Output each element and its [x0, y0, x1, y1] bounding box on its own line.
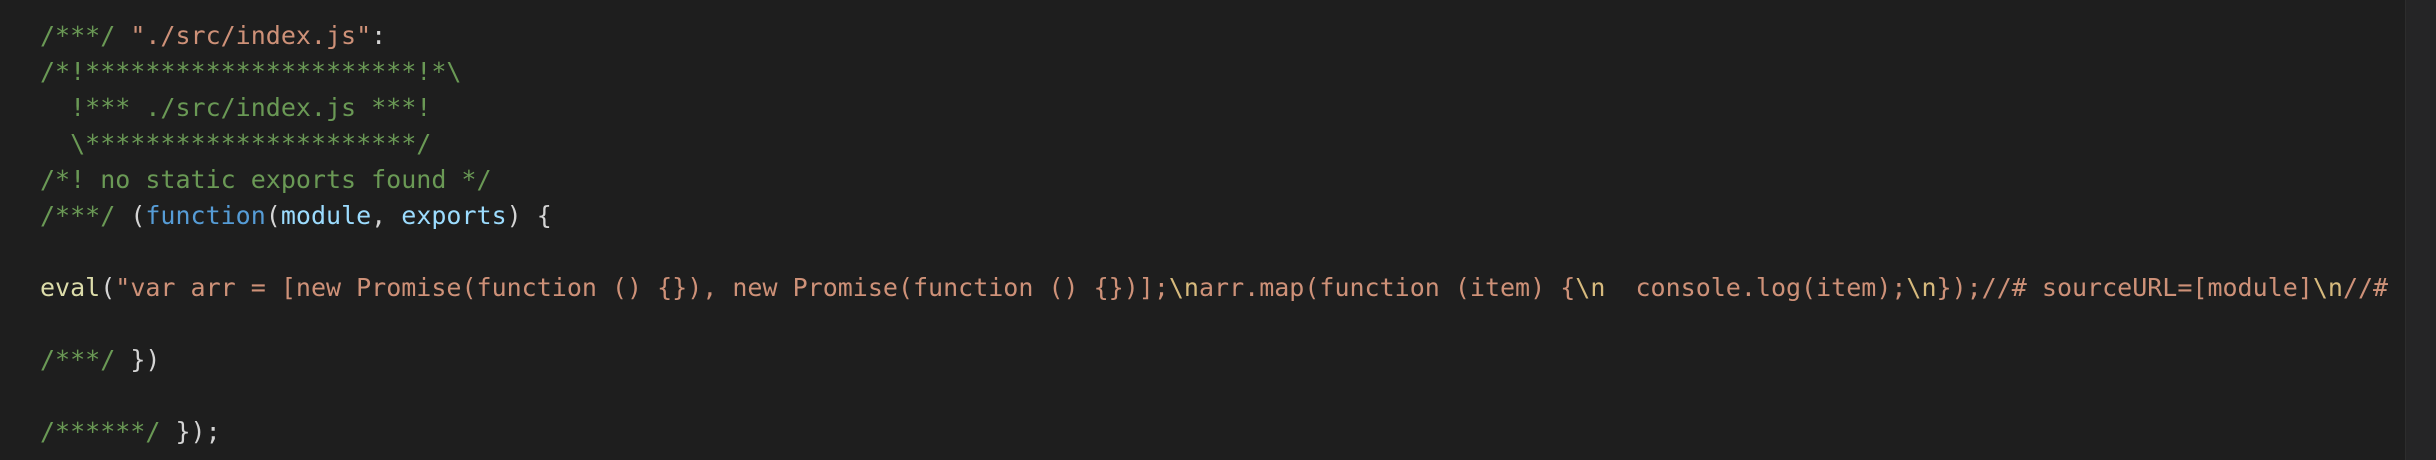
- code-content[interactable]: /***/ "./src/index.js": /*!**************…: [40, 0, 2436, 450]
- code-token-escape: \n: [2312, 273, 2343, 302]
- code-token-string: });//# sourceURL=[module]: [1936, 273, 2313, 302]
- code-token-comment: !*** ./src/index.js ***!: [40, 93, 432, 122]
- code-token-escape: \n: [1906, 273, 1937, 302]
- code-token-default: :: [371, 21, 387, 50]
- code-line[interactable]: /*!**********************!*\: [40, 54, 2436, 90]
- code-token-comment: /*! no static exports found */: [40, 165, 492, 194]
- code-token-default: }): [130, 345, 161, 374]
- code-token-comment: \**********************/: [40, 129, 432, 158]
- code-line[interactable]: /******/ });: [40, 414, 2436, 450]
- code-token-comment: /***/: [40, 21, 131, 50]
- code-line[interactable]: [40, 306, 2436, 342]
- code-line[interactable]: eval("var arr = [new Promise(function ()…: [40, 270, 2436, 306]
- code-token-comment: /*!**********************!*\: [40, 57, 462, 86]
- code-token-param: exports: [401, 201, 507, 230]
- code-token-escape: \n: [1575, 273, 1606, 302]
- code-token-function: eval: [40, 273, 101, 302]
- code-token-param: module: [280, 201, 372, 230]
- code-token-comment: /******/: [40, 417, 176, 446]
- code-line[interactable]: \**********************/: [40, 126, 2436, 162]
- code-editor[interactable]: /***/ "./src/index.js": /*!**************…: [0, 0, 2436, 460]
- code-token-comment: /***/: [40, 345, 131, 374]
- code-line[interactable]: [40, 378, 2436, 414]
- code-line[interactable]: !*** ./src/index.js ***!: [40, 90, 2436, 126]
- code-token-default: ,: [371, 201, 402, 230]
- code-token-comment: /***/: [40, 201, 131, 230]
- code-token-default: (: [100, 273, 116, 302]
- code-line[interactable]: /***/ }): [40, 342, 2436, 378]
- code-token-escape: \n: [1168, 273, 1199, 302]
- code-token-string: console.log(item);: [1605, 273, 1907, 302]
- code-token-default: });: [175, 417, 221, 446]
- vertical-scrollbar[interactable]: [2405, 0, 2436, 460]
- code-token-default: (: [265, 201, 281, 230]
- code-line[interactable]: /***/ (function(module, exports) {: [40, 198, 2436, 234]
- code-line[interactable]: [40, 234, 2436, 270]
- code-token-string: "var arr = [new Promise(function () {}),…: [115, 273, 1169, 302]
- code-line[interactable]: /*! no static exports found */: [40, 162, 2436, 198]
- code-token-string: arr.map(function (item) {: [1198, 273, 1576, 302]
- code-line[interactable]: /***/ "./src/index.js":: [40, 18, 2436, 54]
- code-token-string: "./src/index.js": [130, 21, 372, 50]
- code-token-keyword: function: [145, 201, 266, 230]
- code-token-default: (: [130, 201, 146, 230]
- code-token-default: ) {: [506, 201, 552, 230]
